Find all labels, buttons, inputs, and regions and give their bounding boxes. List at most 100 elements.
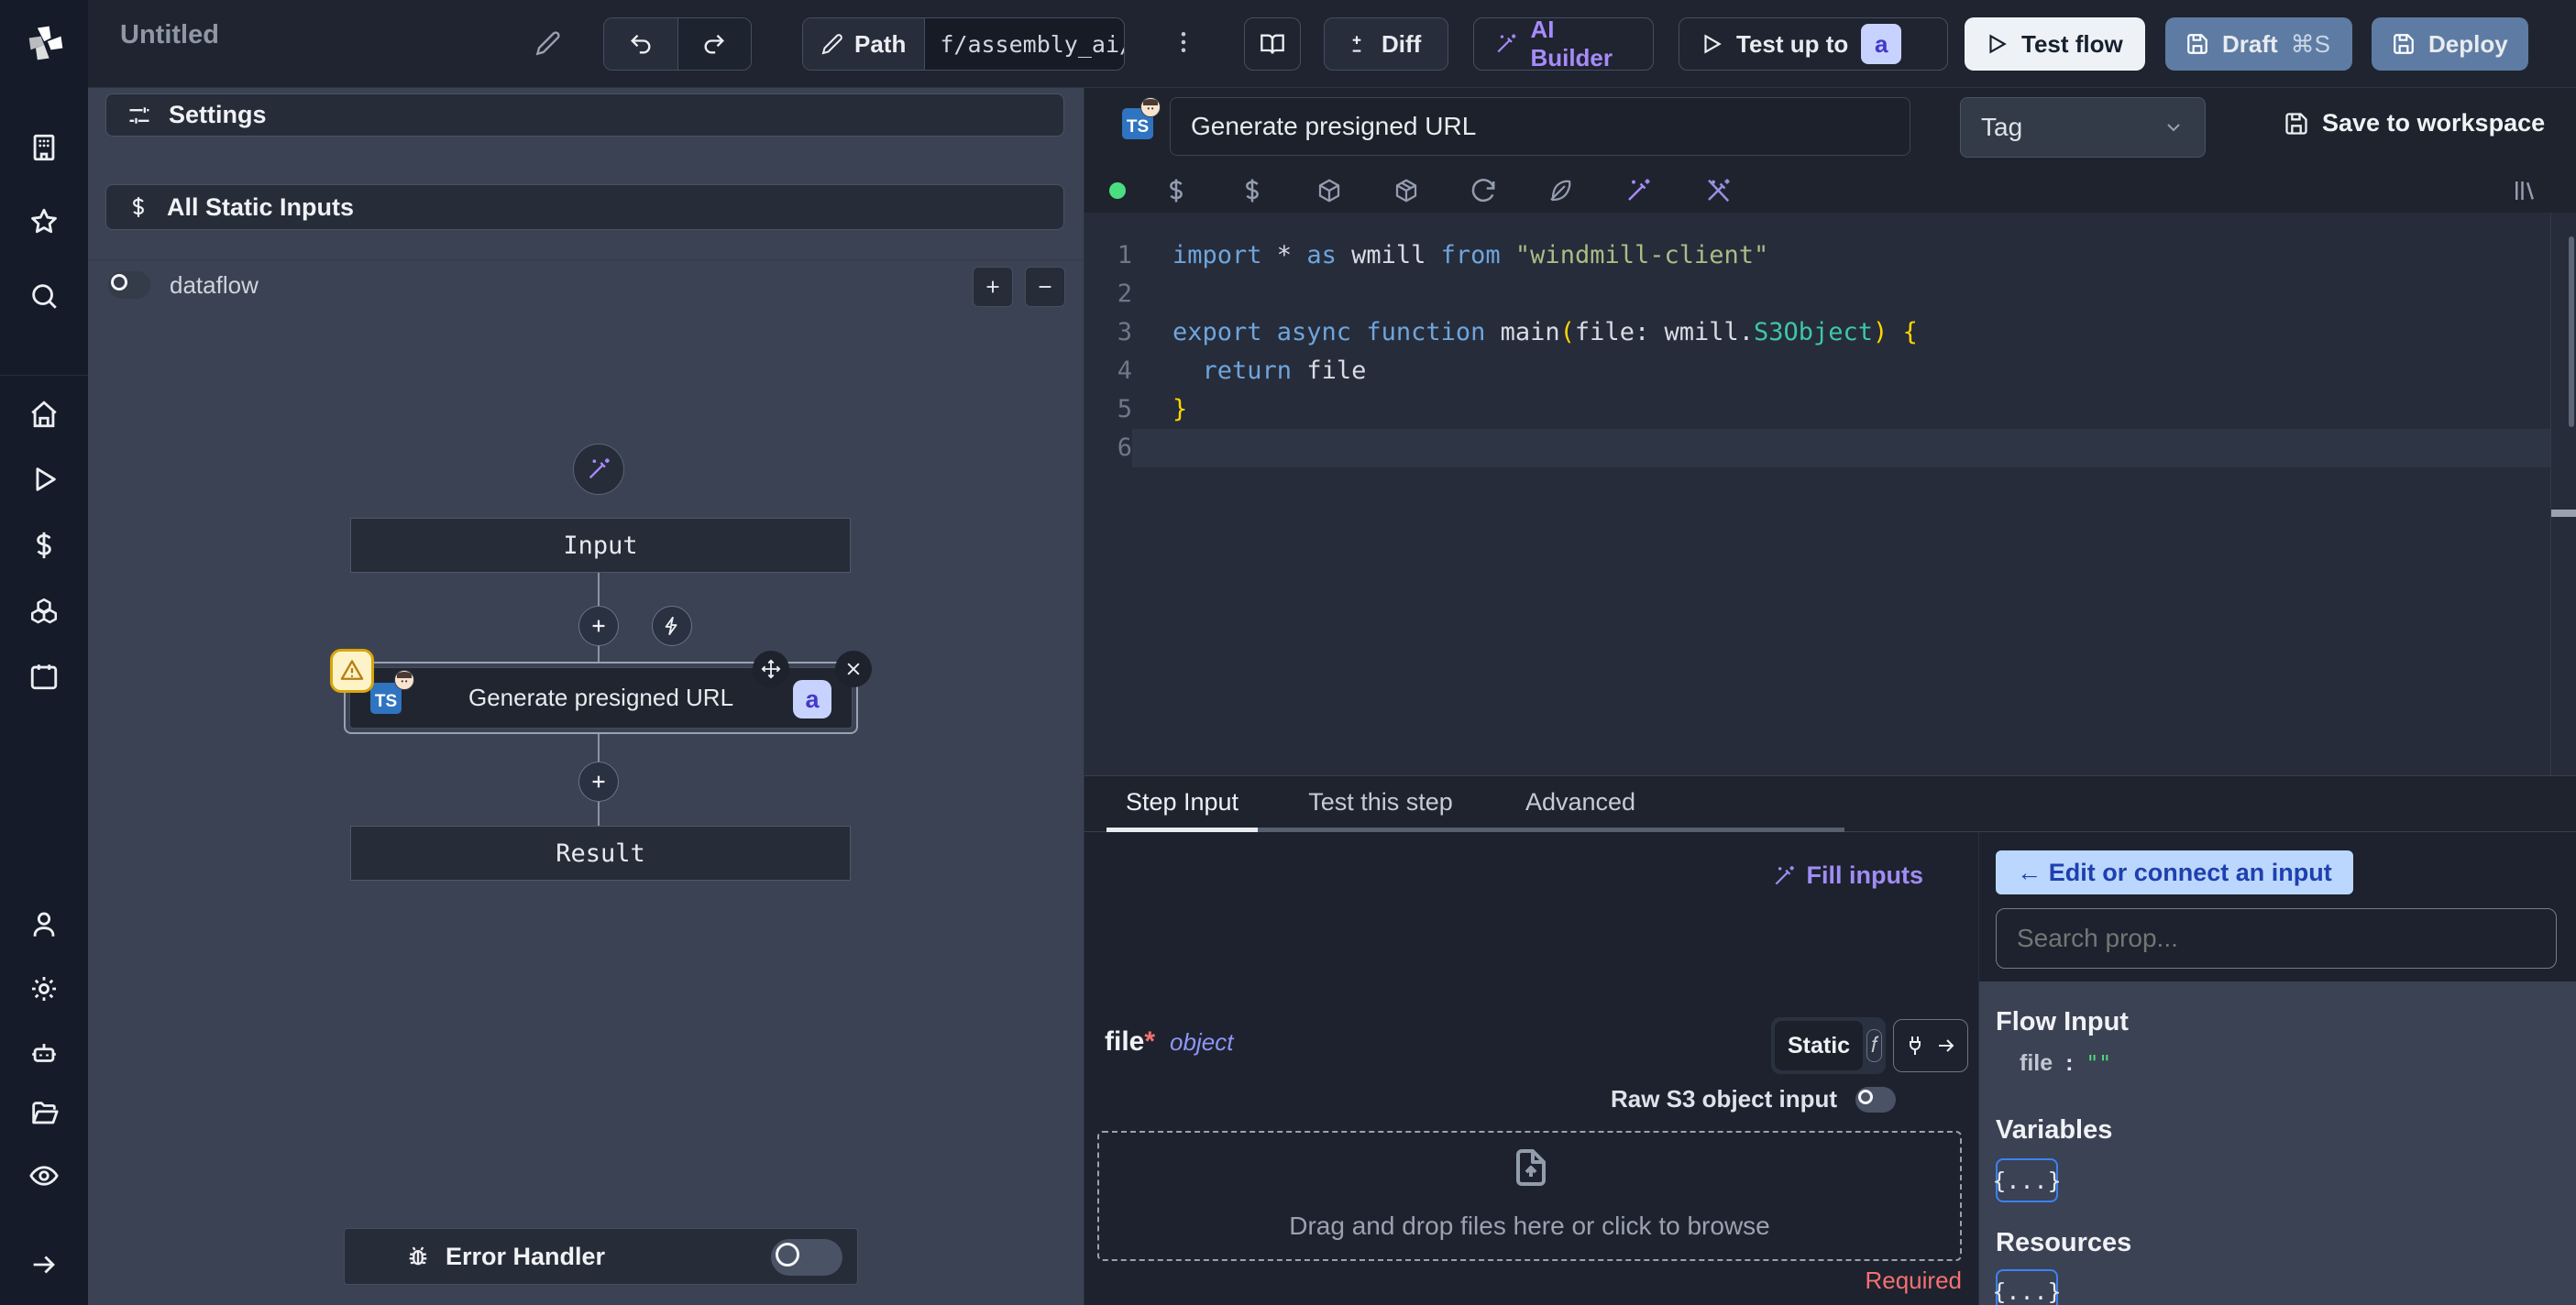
raw-s3-toggle[interactable] — [1855, 1086, 1896, 1113]
code-line[interactable]: 2 — [1084, 275, 2550, 313]
ai-assistant-face-icon — [1140, 97, 1161, 117]
all-static-inputs-button[interactable]: All Static Inputs — [105, 184, 1064, 230]
line-number: 4 — [1117, 356, 1132, 385]
save-to-workspace-button[interactable]: Save to workspace — [2284, 109, 2545, 137]
redo-icon — [701, 31, 727, 57]
sidebar-expand-arrow-icon[interactable] — [28, 1249, 60, 1280]
diff-button[interactable]: Diff — [1324, 17, 1448, 71]
resources-expand-button[interactable]: {...} — [1992, 1269, 2062, 1305]
ai-flow-wand-button[interactable] — [573, 444, 624, 495]
edit-title-pencil-icon[interactable] — [535, 30, 561, 56]
plug-icon — [1904, 1035, 1926, 1057]
assets-dollar-icon[interactable] — [1162, 177, 1190, 204]
connect-input-control[interactable] — [1893, 1019, 1968, 1072]
variables-dollar-icon[interactable] — [1238, 177, 1266, 204]
error-handler-node[interactable]: Error Handler — [344, 1228, 858, 1285]
step-title-input[interactable] — [1170, 97, 1910, 156]
add-step-button[interactable] — [578, 606, 619, 646]
code-editor[interactable]: 1 import * as wmill from "windmill-client… — [1084, 213, 2550, 775]
code-line[interactable]: 1 import * as wmill from "windmill-client… — [1084, 236, 2550, 275]
sidebar-item-settings-gear-icon[interactable] — [28, 973, 60, 1004]
mode-javascript-fn-segment[interactable]: 𝑓 — [1866, 1029, 1882, 1062]
fill-inputs-button[interactable]: Fill inputs — [1772, 861, 1923, 890]
package-open-icon[interactable] — [1393, 177, 1420, 204]
deploy-button[interactable]: Deploy — [2372, 17, 2528, 71]
tag-select[interactable]: Tag — [1960, 97, 2206, 158]
result-node[interactable]: Result — [350, 826, 851, 881]
redo-button[interactable] — [677, 18, 751, 70]
warning-triangle-icon — [339, 658, 365, 684]
zoom-out-button[interactable] — [1025, 267, 1065, 307]
search-prop-input[interactable] — [1996, 908, 2557, 969]
sidebar-item-audit-eye-icon[interactable] — [28, 1160, 60, 1191]
editor-scrollbar-thumb[interactable] — [2569, 236, 2574, 427]
more-options-kebab-icon[interactable] — [1170, 28, 1197, 56]
save-icon — [2284, 111, 2309, 137]
step-id-badge: a — [793, 680, 831, 718]
sidebar-item-folders-icon[interactable] — [28, 1098, 60, 1129]
test-up-to-step-badge[interactable]: a — [1861, 24, 1902, 64]
ai-builder-button[interactable]: AI Builder — [1473, 16, 1654, 71]
path-control[interactable]: Path f/assembly_ai/ — [802, 17, 1126, 71]
minus-icon — [1035, 277, 1055, 297]
flow-input-entry[interactable]: file : "" — [2020, 1050, 2576, 1077]
test-flow-button[interactable]: Test flow — [1965, 17, 2145, 71]
sidebar-item-resources-boxes-icon[interactable] — [28, 596, 60, 627]
path-button[interactable]: Path — [803, 18, 925, 70]
raw-s3-toggle-knob — [1858, 1089, 1873, 1104]
dataflow-toggle[interactable] — [108, 271, 150, 299]
draft-button[interactable]: Draft ⌘S — [2165, 17, 2352, 71]
mode-static-segment[interactable]: Static — [1775, 1021, 1864, 1070]
docs-button[interactable] — [1244, 17, 1301, 71]
line-number: 2 — [1117, 280, 1132, 308]
undo-button[interactable] — [604, 18, 678, 70]
code-line[interactable]: 4 return file — [1084, 352, 2550, 390]
zoom-in-button[interactable] — [973, 267, 1013, 307]
edit-or-connect-button[interactable]: ← Edit or connect an input — [1996, 850, 2353, 894]
windmill-logo-icon[interactable] — [26, 23, 66, 63]
sidebar-item-schedules-calendar-icon[interactable] — [28, 661, 60, 692]
code-line[interactable]: 6 — [1084, 429, 2550, 467]
step-node-selected[interactable]: TS Generate presigned URL a — [330, 649, 872, 734]
tab-advanced[interactable]: Advanced — [1520, 776, 1641, 828]
delete-step-button[interactable] — [835, 651, 872, 687]
code-line[interactable]: 3 export async function main(file: wmill.… — [1084, 313, 2550, 352]
file-dropzone[interactable]: Drag and drop files here or click to bro… — [1097, 1131, 1962, 1261]
path-value[interactable]: f/assembly_ai/ — [924, 18, 1125, 70]
sidebar-item-users-person-icon[interactable] — [28, 909, 60, 940]
test-up-to-button[interactable]: Test up to a — [1679, 17, 1948, 71]
top-toolbar: Untitled Path f/assembly_ai/ Diff AI Bui… — [88, 0, 2576, 88]
error-handler-toggle[interactable] — [771, 1239, 842, 1276]
package-icon[interactable] — [1316, 177, 1343, 204]
ai-wand-icon[interactable] — [1624, 177, 1652, 204]
resources-title: Resources — [1996, 1228, 2132, 1257]
tab-test-this-step[interactable]: Test this step — [1298, 776, 1463, 828]
path-label: Path — [854, 29, 907, 58]
variables-title: Variables — [1996, 1115, 2113, 1145]
sidebar-item-search-icon[interactable] — [28, 280, 60, 312]
canvas-divider — [88, 259, 1084, 260]
move-step-handle[interactable] — [753, 651, 789, 687]
flow-settings-label: Settings — [169, 101, 267, 128]
test-flow-label: Test flow — [2021, 29, 2123, 58]
sidebar-item-runs-play-icon[interactable] — [28, 464, 60, 495]
arrow-right-icon — [1935, 1035, 1957, 1057]
flow-settings-button[interactable]: Settings — [105, 93, 1064, 137]
variables-expand-button[interactable]: {...} — [1992, 1158, 2062, 1202]
code-line[interactable]: 5} — [1084, 390, 2550, 429]
library-icon[interactable] — [2511, 177, 2538, 204]
add-trigger-button[interactable] — [652, 606, 692, 646]
sidebar-item-variables-dollar-icon[interactable] — [28, 530, 60, 561]
warning-badge[interactable] — [330, 649, 374, 693]
sidebar-item-home-icon[interactable] — [28, 399, 60, 430]
tab-step-input[interactable]: Step Input — [1106, 776, 1258, 828]
add-step-button[interactable] — [578, 762, 619, 802]
line-number: 6 — [1117, 433, 1132, 462]
sidebar-item-workspace-building-icon[interactable] — [28, 132, 60, 163]
sidebar-item-favorites-star-icon[interactable] — [28, 206, 60, 237]
sidebar-item-workers-robot-icon[interactable] — [28, 1037, 60, 1069]
input-node[interactable]: Input — [350, 518, 851, 573]
ai-wand-off-icon[interactable] — [1704, 177, 1732, 204]
refresh-icon[interactable] — [1470, 177, 1497, 204]
format-feather-icon[interactable] — [1547, 177, 1574, 204]
